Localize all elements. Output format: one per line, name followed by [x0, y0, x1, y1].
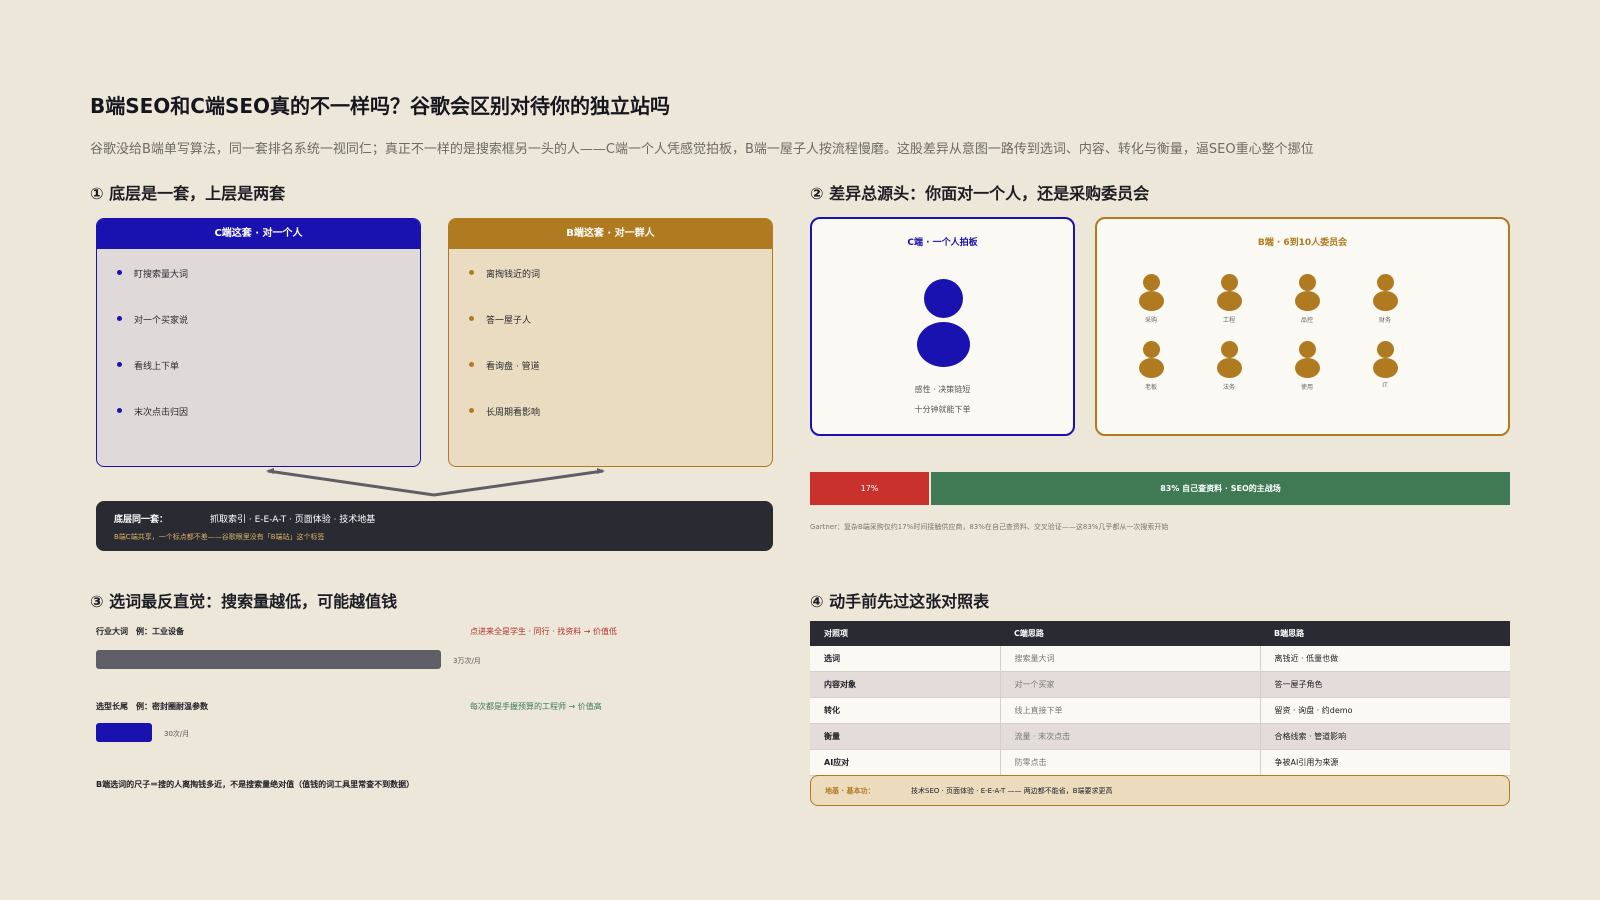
bullet-dot-icon: [117, 362, 122, 367]
page-title: B端SEO和C端SEO真的不一样吗？谷歌会区别对待你的独立站吗: [90, 94, 671, 118]
committee-role-label: 采购: [1144, 317, 1157, 324]
c-approach-cell: 防零点击: [1000, 749, 1261, 776]
row-key: 衡量: [810, 723, 1001, 750]
section1-title: ① 底层是一套，上层是两套: [90, 184, 286, 203]
column-header: C端思路: [1000, 621, 1260, 646]
time-share-bar: 17% 83% 自己查资料 · SEO的主战场: [810, 472, 1510, 505]
bullet-dot-icon: [117, 408, 122, 413]
c-approach-cell: 线上直接下单: [1000, 697, 1261, 724]
person-icon: [1221, 341, 1238, 358]
b-approach-cell: 合格线索 · 管道影响: [1260, 723, 1510, 750]
person-icon: [1143, 274, 1160, 291]
row-key: 转化: [810, 697, 1001, 724]
c-approach-cell: 搜索量大词: [1000, 646, 1261, 672]
committee-role-label: 老板: [1144, 384, 1157, 391]
c-approach-cell: 对一个买家: [1000, 671, 1261, 698]
b-committee-card: B端 · 6到10人委员会 采购 工程 品控 财务老板 法务 使用 IT: [1095, 217, 1510, 436]
c-method-card: C端这套 · 对一个人 盯搜索量大词 对一个买家说 看线上下单 末次点击归因: [96, 218, 421, 467]
person-icon: [1299, 274, 1316, 291]
head-keyword-label: 行业大词 例：工业设备: [96, 627, 184, 636]
list-item: 答一屋子人: [469, 313, 772, 359]
b-approach-cell: 离钱近 · 低量也做: [1260, 646, 1510, 672]
table-row: 选词 搜索量大词 离钱近 · 低量也做: [810, 646, 1510, 672]
head-keyword-note: 点进来全是学生 · 同行 · 找资料 → 价值低: [470, 627, 618, 636]
row-key: AI应对: [810, 749, 1001, 776]
row-key: 选词: [810, 646, 1001, 672]
b-approach-cell: 争被AI引用为来源: [1260, 749, 1510, 776]
person-icon: [1377, 274, 1394, 291]
long-tail-keyword-volume-bar: [96, 723, 152, 742]
shared-foundation-bar: 底层同一套： 抓取索引 · E-E-A-T · 页面体验 · 技术地基 B端C端共…: [96, 501, 773, 551]
supplier-contact-share: 17%: [810, 472, 929, 505]
list-item: 盯搜索量大词: [117, 267, 420, 313]
bullet-dot-icon: [469, 362, 474, 367]
list-item: 看询盘 · 管道: [469, 359, 772, 405]
list-item: 对一个买家说: [117, 313, 420, 359]
person-icon: [1221, 274, 1238, 291]
foundation-label: 底层同一套：: [114, 515, 169, 525]
b-method-card: B端这套 · 对一群人 离掏钱近的词 答一屋子人 看询盘 · 管道 长周期看影响: [448, 218, 773, 467]
keyword-rule-footer: B端选词的尺子＝搜的人离掏钱多近，不是搜索量绝对值（值钱的词工具里常查不到数据）: [96, 780, 415, 789]
committee-role-label: 品控: [1300, 317, 1313, 324]
b-committee-header: B端 · 6到10人委员会: [1257, 238, 1348, 248]
section4-title: ④ 动手前先过这张对照表: [810, 592, 990, 611]
b-approach-cell: 留资 · 询盘 · 约demo: [1260, 697, 1510, 724]
gartner-source-note: Gartner：复杂B端采购仅约17%时间接触供应商，83%在自己查资料、交叉验…: [810, 523, 1169, 531]
c-single-buyer-card: C端 · 一个人拍板 感性 · 决策链短 十分钟就能下单: [810, 217, 1075, 436]
long-tail-keyword-note: 每次都是手握预算的工程师 → 价值高: [470, 702, 602, 711]
row-key: 内容对象: [810, 671, 1001, 698]
table-row: 衡量 流量 · 末次点击 合格线索 · 管道影响: [810, 723, 1510, 750]
table-header-row: 对照项 C端思路 B端思路: [810, 621, 1510, 646]
section2-title: ② 差异总源头：你面对一个人，还是采购委员会: [810, 184, 1150, 203]
head-keyword-volume: 3万次/月: [453, 657, 481, 665]
b-method-card-header: B端这套 · 对一群人: [449, 219, 772, 249]
list-item: 离掏钱近的词: [469, 267, 772, 313]
b-approach-cell: 答一屋子角色: [1260, 671, 1510, 698]
person-icon: [1299, 341, 1316, 358]
foundation-callout: 地基 · 基本功： 技术SEO · 页面体验 · E-E-A-T —— 两边都不…: [810, 775, 1510, 806]
self-research-share: 83% 自己查资料 · SEO的主战场: [931, 472, 1510, 505]
foundation-note: B端C端共享，一个标点都不差——谷歌眼里没有「B端站」这个标签: [114, 533, 325, 541]
b-method-list: 离掏钱近的词 答一屋子人 看询盘 · 管道 长周期看影响: [449, 249, 772, 451]
c-approach-cell: 流量 · 末次点击: [1000, 723, 1261, 750]
c-method-card-header: C端这套 · 对一个人: [97, 219, 420, 249]
arrow-left-icon: [266, 468, 274, 474]
bullet-dot-icon: [469, 316, 474, 321]
shared-base-connector: [266, 468, 605, 497]
committee-role-label: 财务: [1378, 317, 1391, 324]
committee-role-label: IT: [1382, 382, 1388, 389]
foundation-callout-label: 地基 · 基本功：: [825, 787, 875, 795]
committee-role-label: 法务: [1222, 384, 1235, 391]
foundation-value: 抓取索引 · E-E-A-T · 页面体验 · 技术地基: [210, 515, 376, 525]
committee-role-label: 工程: [1222, 317, 1235, 324]
bullet-dot-icon: [117, 270, 122, 275]
bullet-dot-icon: [117, 316, 122, 321]
section3-title: ③ 选词最反直觉：搜索量越低，可能越值钱: [90, 592, 398, 611]
column-header: 对照项: [810, 621, 1000, 646]
foundation-callout-value: 技术SEO · 页面体验 · E-E-A-T —— 两边都不能省，B端要求更高: [911, 787, 1113, 795]
arrow-right-icon: [597, 468, 605, 474]
table-row: AI应对 防零点击 争被AI引用为来源: [810, 749, 1510, 776]
column-header: B端思路: [1260, 621, 1510, 646]
page-subtitle: 谷歌没给B端单写算法，同一套排名系统一视同仁；真正不一样的是搜索框另一头的人——…: [90, 142, 1314, 157]
committee-role-label: 使用: [1300, 384, 1313, 391]
bullet-dot-icon: [469, 270, 474, 275]
table-row: 内容对象 对一个买家 答一屋子角色: [810, 671, 1510, 698]
table-row: 转化 线上直接下单 留资 · 询盘 · 约demo: [810, 697, 1510, 724]
c-caption-2: 十分钟就能下单: [914, 405, 971, 414]
long-tail-keyword-volume: 30次/月: [164, 730, 190, 738]
bullet-dot-icon: [469, 408, 474, 413]
connector-line: [267, 469, 604, 497]
c-caption-1: 感性 · 决策链短: [914, 385, 971, 394]
comparison-table: 对照项 C端思路 B端思路 选词 搜索量大词 离钱近 · 低量也做 内容对象 对…: [810, 621, 1510, 776]
list-item: 看线上下单: [117, 359, 420, 405]
list-item: 末次点击归因: [117, 405, 420, 451]
long-tail-keyword-label: 选型长尾 例：密封圈耐温参数: [96, 702, 208, 711]
c-single-buyer-header: C端 · 一个人拍板: [907, 238, 978, 248]
list-item: 长周期看影响: [469, 405, 772, 451]
person-icon: [1143, 341, 1160, 358]
c-method-list: 盯搜索量大词 对一个买家说 看线上下单 末次点击归因: [97, 249, 420, 451]
person-icon: [1377, 341, 1394, 358]
head-keyword-volume-bar: [96, 650, 441, 669]
